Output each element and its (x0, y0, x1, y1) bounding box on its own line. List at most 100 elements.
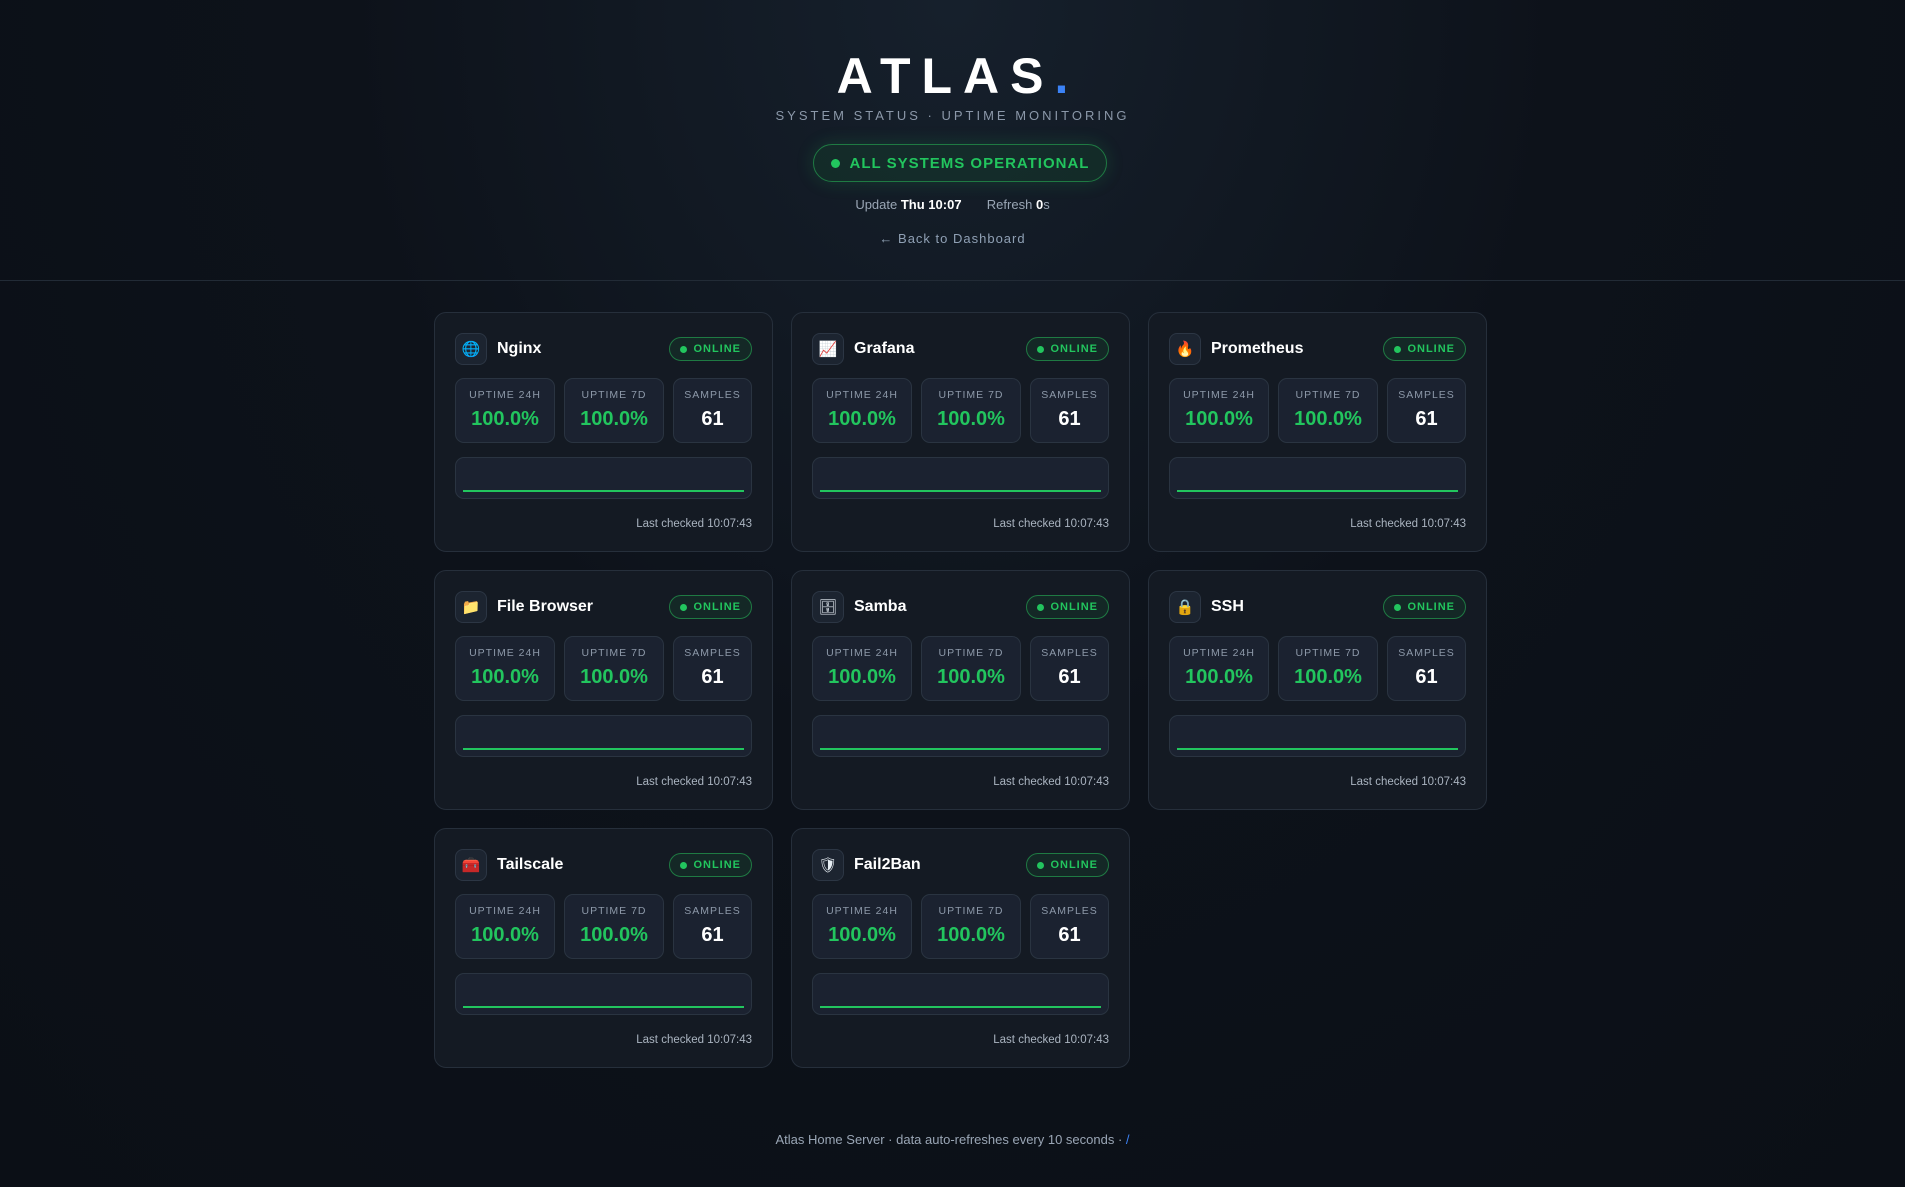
update-value: Thu 10:07 (900, 197, 962, 212)
uptime-24h-value: 100.0% (1185, 408, 1253, 430)
status-badge: ONLINE (1026, 853, 1109, 877)
uptime-sparkline (812, 457, 1109, 499)
status-badge: ONLINE (1383, 595, 1466, 619)
sparkline-line (1177, 490, 1458, 492)
sparkline-line (820, 490, 1101, 492)
status-badge-text: ONLINE (693, 601, 741, 613)
folder-icon: 📁 (455, 591, 487, 623)
last-checked: Last checked 10:07:43 (636, 776, 752, 788)
sparkline-line (463, 748, 744, 750)
service-card-prometheus: 🔥 Prometheus ONLINE UPTIME 24H 100.0% UP… (1148, 312, 1487, 552)
uptime-sparkline (812, 715, 1109, 757)
sparkline-line (820, 748, 1101, 750)
samples-stat: SAMPLES 61 (1030, 378, 1109, 443)
uptime-24h-value: 100.0% (828, 666, 896, 688)
uptime-24h-label: UPTIME 24H (1183, 389, 1255, 401)
uptime-24h-label: UPTIME 24H (469, 647, 541, 659)
uptime-7d-value: 100.0% (937, 408, 1005, 430)
status-dot-icon (680, 345, 688, 353)
uptime-7d-label: UPTIME 7D (581, 905, 647, 917)
service-name: Grafana (854, 340, 915, 357)
service-card-nginx: 🌐 Nginx ONLINE UPTIME 24H 100.0% UPTIME … (434, 312, 773, 552)
last-checked: Last checked 10:07:43 (993, 1034, 1109, 1046)
samples-value: 61 (701, 408, 724, 430)
samples-label: SAMPLES (1041, 905, 1098, 917)
uptime-7d-label: UPTIME 7D (1295, 389, 1361, 401)
uptime-24h-stat: UPTIME 24H 100.0% (812, 378, 912, 443)
uptime-24h-value: 100.0% (471, 408, 539, 430)
uptime-sparkline (1169, 457, 1466, 499)
status-badge: ONLINE (669, 595, 752, 619)
service-name: Samba (854, 598, 907, 615)
uptime-sparkline (1169, 715, 1466, 757)
last-checked: Last checked 10:07:43 (993, 518, 1109, 530)
uptime-7d-value: 100.0% (580, 408, 648, 430)
uptime-24h-label: UPTIME 24H (826, 647, 898, 659)
service-name: Tailscale (497, 856, 564, 873)
card-header: 🔒 SSH ONLINE (1169, 591, 1466, 623)
last-checked: Last checked 10:07:43 (1350, 776, 1466, 788)
samples-value: 61 (1058, 924, 1081, 946)
uptime-7d-label: UPTIME 7D (938, 905, 1004, 917)
uptime-24h-value: 100.0% (828, 924, 896, 946)
uptime-24h-value: 100.0% (1185, 666, 1253, 688)
uptime-sparkline (812, 973, 1109, 1015)
refresh-label: Refresh (986, 197, 1033, 212)
chart-icon: 📈 (812, 333, 844, 365)
update-meta: Update Thu 10:07 Refresh 0s (0, 197, 1905, 212)
last-checked: Last checked 10:07:43 (636, 1034, 752, 1046)
uptime-7d-stat: UPTIME 7D 100.0% (921, 636, 1021, 701)
uptime-7d-stat: UPTIME 7D 100.0% (564, 378, 664, 443)
status-badge: ONLINE (1383, 337, 1466, 361)
uptime-7d-value: 100.0% (937, 666, 1005, 688)
card-header: 📁 File Browser ONLINE (455, 591, 752, 623)
uptime-7d-stat: UPTIME 7D 100.0% (1278, 378, 1378, 443)
card-header: 🌐 Nginx ONLINE (455, 333, 752, 365)
samples-value: 61 (1415, 408, 1438, 430)
last-checked: Last checked 10:07:43 (636, 518, 752, 530)
service-card-ssh: 🔒 SSH ONLINE UPTIME 24H 100.0% UPTIME 7D… (1148, 570, 1487, 810)
status-dot-icon (1394, 345, 1402, 353)
lock-icon: 🔒 (1169, 591, 1201, 623)
uptime-sparkline (455, 973, 752, 1015)
uptime-7d-value: 100.0% (1294, 666, 1362, 688)
card-header: 🔥 Prometheus ONLINE (1169, 333, 1466, 365)
uptime-7d-stat: UPTIME 7D 100.0% (564, 894, 664, 959)
status-badge-text: ONLINE (1407, 343, 1455, 355)
sparkline-line (463, 1006, 744, 1008)
samples-stat: SAMPLES 61 (1387, 636, 1466, 701)
back-to-dashboard-link[interactable]: ← Back to Dashboard (0, 231, 1905, 246)
uptime-7d-label: UPTIME 7D (938, 389, 1004, 401)
status-badge-text: ONLINE (1407, 601, 1455, 613)
samples-label: SAMPLES (684, 389, 741, 401)
samples-stat: SAMPLES 61 (1030, 894, 1109, 959)
samples-label: SAMPLES (1041, 647, 1098, 659)
status-dot-icon (1037, 603, 1045, 611)
page-footer: Atlas Home Server · data auto-refreshes … (0, 1132, 1905, 1147)
uptime-24h-stat: UPTIME 24H 100.0% (812, 894, 912, 959)
stats-row: UPTIME 24H 100.0% UPTIME 7D 100.0% SAMPL… (812, 636, 1109, 701)
uptime-24h-stat: UPTIME 24H 100.0% (455, 636, 555, 701)
samples-value: 61 (701, 924, 724, 946)
status-badge-text: ONLINE (1050, 343, 1098, 355)
footer-link[interactable]: / (1126, 1132, 1130, 1147)
shield-icon: 🛡 (812, 849, 844, 881)
status-badge: ONLINE (669, 853, 752, 877)
service-name: Prometheus (1211, 340, 1304, 357)
service-card-samba: 🗄 Samba ONLINE UPTIME 24H 100.0% UPTIME … (791, 570, 1130, 810)
uptime-7d-label: UPTIME 7D (938, 647, 1004, 659)
globe-icon: 🌐 (455, 333, 487, 365)
uptime-7d-stat: UPTIME 7D 100.0% (921, 894, 1021, 959)
stats-row: UPTIME 24H 100.0% UPTIME 7D 100.0% SAMPL… (1169, 378, 1466, 443)
uptime-7d-value: 100.0% (937, 924, 1005, 946)
service-card-tailscale: 🧰 Tailscale ONLINE UPTIME 24H 100.0% UPT… (434, 828, 773, 1068)
status-badge-text: ONLINE (1050, 601, 1098, 613)
uptime-24h-label: UPTIME 24H (826, 389, 898, 401)
status-dot-icon (1037, 345, 1045, 353)
uptime-24h-stat: UPTIME 24H 100.0% (1169, 378, 1269, 443)
uptime-7d-stat: UPTIME 7D 100.0% (1278, 636, 1378, 701)
overall-status-text: ALL SYSTEMS OPERATIONAL (849, 154, 1090, 172)
stats-row: UPTIME 24H 100.0% UPTIME 7D 100.0% SAMPL… (455, 378, 752, 443)
update-label: Update (855, 197, 898, 212)
stats-row: UPTIME 24H 100.0% UPTIME 7D 100.0% SAMPL… (455, 636, 752, 701)
